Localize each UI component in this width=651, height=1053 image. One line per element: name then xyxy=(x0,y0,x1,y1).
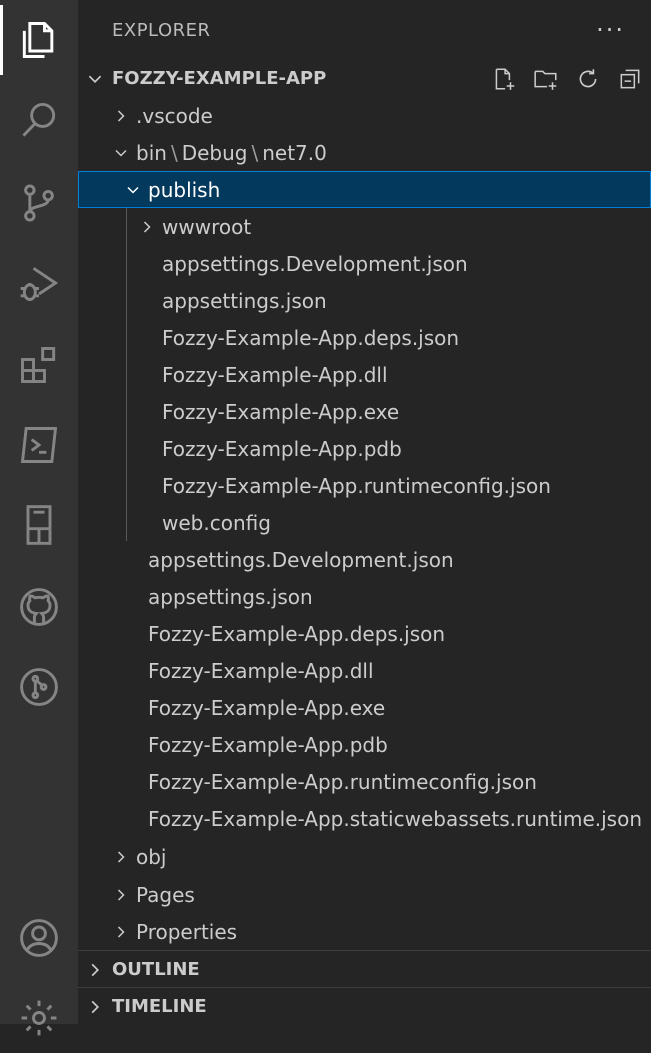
tree-file[interactable]: Fozzy-Example-App.runtimeconfig.json xyxy=(78,763,651,800)
file-label: Fozzy-Example-App.runtimeconfig.json xyxy=(162,473,551,498)
remote-explorer-icon[interactable] xyxy=(0,410,78,480)
chevron-right-icon xyxy=(110,838,132,875)
file-label: Fozzy-Example-App.runtimeconfig.json xyxy=(148,769,537,794)
tree-item-label: wwwroot xyxy=(162,214,252,239)
project-title: FOZZY-EXAMPLE-APP xyxy=(112,68,327,89)
tree-file[interactable]: appsettings.Development.json xyxy=(78,541,651,578)
path-segment-net: net7.0 xyxy=(262,140,327,165)
timeline-title: TIMELINE xyxy=(112,996,207,1017)
tree-file[interactable]: appsettings.Development.json xyxy=(78,245,651,282)
outline-title: OUTLINE xyxy=(112,959,200,980)
file-label: Fozzy-Example-App.pdb xyxy=(148,732,388,757)
file-label: Fozzy-Example-App.pdb xyxy=(162,436,402,461)
search-icon[interactable] xyxy=(0,85,78,155)
tree-item-bin-debug-net[interactable]: bin \ Debug \ net7.0 xyxy=(78,134,651,171)
file-label: appsettings.Development.json xyxy=(162,251,468,276)
path-segment-bin: bin xyxy=(136,140,167,165)
file-label: Fozzy-Example-App.dll xyxy=(148,658,374,683)
timeline-section-header[interactable]: TIMELINE xyxy=(78,988,651,1025)
tree-item-label: Pages xyxy=(136,882,195,907)
testing-icon[interactable] xyxy=(0,490,78,560)
source-control-icon[interactable] xyxy=(0,168,78,238)
activity-bar xyxy=(0,0,78,1036)
explorer-toolbar xyxy=(491,60,643,97)
chevron-down-icon xyxy=(122,171,144,208)
file-label: Fozzy-Example-App.deps.json xyxy=(162,325,460,350)
tree-item-label: obj xyxy=(136,844,167,869)
outline-section-header[interactable]: OUTLINE xyxy=(78,951,651,988)
tree-file[interactable]: Fozzy-Example-App.pdb xyxy=(78,726,651,763)
chevron-down-icon xyxy=(78,70,112,88)
tree-file[interactable]: Fozzy-Example-App.pdb xyxy=(78,430,651,467)
chevron-right-icon xyxy=(110,97,132,134)
file-label: appsettings.Development.json xyxy=(148,547,454,572)
file-label: appsettings.json xyxy=(162,288,327,313)
path-separator-icon: \ xyxy=(251,140,259,165)
run-debug-icon[interactable] xyxy=(0,248,78,318)
settings-gear-icon[interactable] xyxy=(0,983,78,1053)
tree-item-label: Properties xyxy=(136,919,238,944)
chevron-right-icon xyxy=(136,208,158,245)
tree-file[interactable]: Fozzy-Example-App.runtimeconfig.json xyxy=(78,467,651,504)
new-file-icon[interactable] xyxy=(491,66,517,92)
tree-file[interactable]: Fozzy-Example-App.deps.json xyxy=(78,615,651,652)
path-segment-debug: Debug xyxy=(181,140,248,165)
file-label: web.config xyxy=(162,510,271,535)
git-graph-icon[interactable] xyxy=(0,652,78,722)
explorer-title: EXPLORER xyxy=(112,19,211,41)
tree-file[interactable]: Fozzy-Example-App.dll xyxy=(78,652,651,689)
project-section-header[interactable]: FOZZY-EXAMPLE-APP xyxy=(78,60,651,97)
more-actions-icon[interactable]: ··· xyxy=(596,18,625,42)
new-folder-icon[interactable] xyxy=(533,66,559,92)
github-icon[interactable] xyxy=(0,572,78,642)
tree-item-pages[interactable]: Pages xyxy=(78,876,651,913)
path-separator-icon: \ xyxy=(170,140,178,165)
chevron-right-icon xyxy=(78,998,112,1016)
refresh-icon[interactable] xyxy=(575,66,601,92)
file-label: Fozzy-Example-App.deps.json xyxy=(148,621,446,646)
collapse-all-icon[interactable] xyxy=(617,66,643,92)
chevron-right-icon xyxy=(110,876,132,913)
tree-item-publish[interactable]: publish xyxy=(78,171,651,208)
tree-file[interactable]: appsettings.json xyxy=(78,282,651,319)
file-label: Fozzy-Example-App.exe xyxy=(162,399,400,424)
tree-file[interactable]: appsettings.json xyxy=(78,578,651,615)
tree-file[interactable]: web.config xyxy=(78,504,651,541)
tree-item-obj[interactable]: obj xyxy=(78,838,651,875)
tree-item-vscode[interactable]: .vscode xyxy=(78,97,651,134)
tree-file[interactable]: Fozzy-Example-App.exe xyxy=(78,393,651,430)
file-label: Fozzy-Example-App.staticwebassets.runtim… xyxy=(148,806,642,831)
tree-item-wwwroot[interactable]: wwwroot xyxy=(78,208,651,245)
chevron-down-icon xyxy=(110,134,132,171)
tree-file[interactable]: Fozzy-Example-App.staticwebassets.runtim… xyxy=(78,800,651,837)
chevron-right-icon xyxy=(78,961,112,979)
accounts-icon[interactable] xyxy=(0,903,78,973)
tree-item-label: publish xyxy=(148,177,221,202)
tree-file[interactable]: Fozzy-Example-App.deps.json xyxy=(78,319,651,356)
file-label: appsettings.json xyxy=(148,584,313,609)
extensions-icon[interactable] xyxy=(0,330,78,400)
tree-item-label: .vscode xyxy=(136,103,213,128)
file-label: Fozzy-Example-App.dll xyxy=(162,362,388,387)
tree-file[interactable]: Fozzy-Example-App.exe xyxy=(78,689,651,726)
tree-file[interactable]: Fozzy-Example-App.dll xyxy=(78,356,651,393)
explorer-icon[interactable] xyxy=(0,5,78,75)
chevron-right-icon xyxy=(110,913,132,950)
explorer-sidebar: EXPLORER ··· FOZZY-EXAMPLE-APP .vscode b… xyxy=(78,0,651,1024)
file-label: Fozzy-Example-App.exe xyxy=(148,695,386,720)
tree-item-properties[interactable]: Properties xyxy=(78,913,651,950)
